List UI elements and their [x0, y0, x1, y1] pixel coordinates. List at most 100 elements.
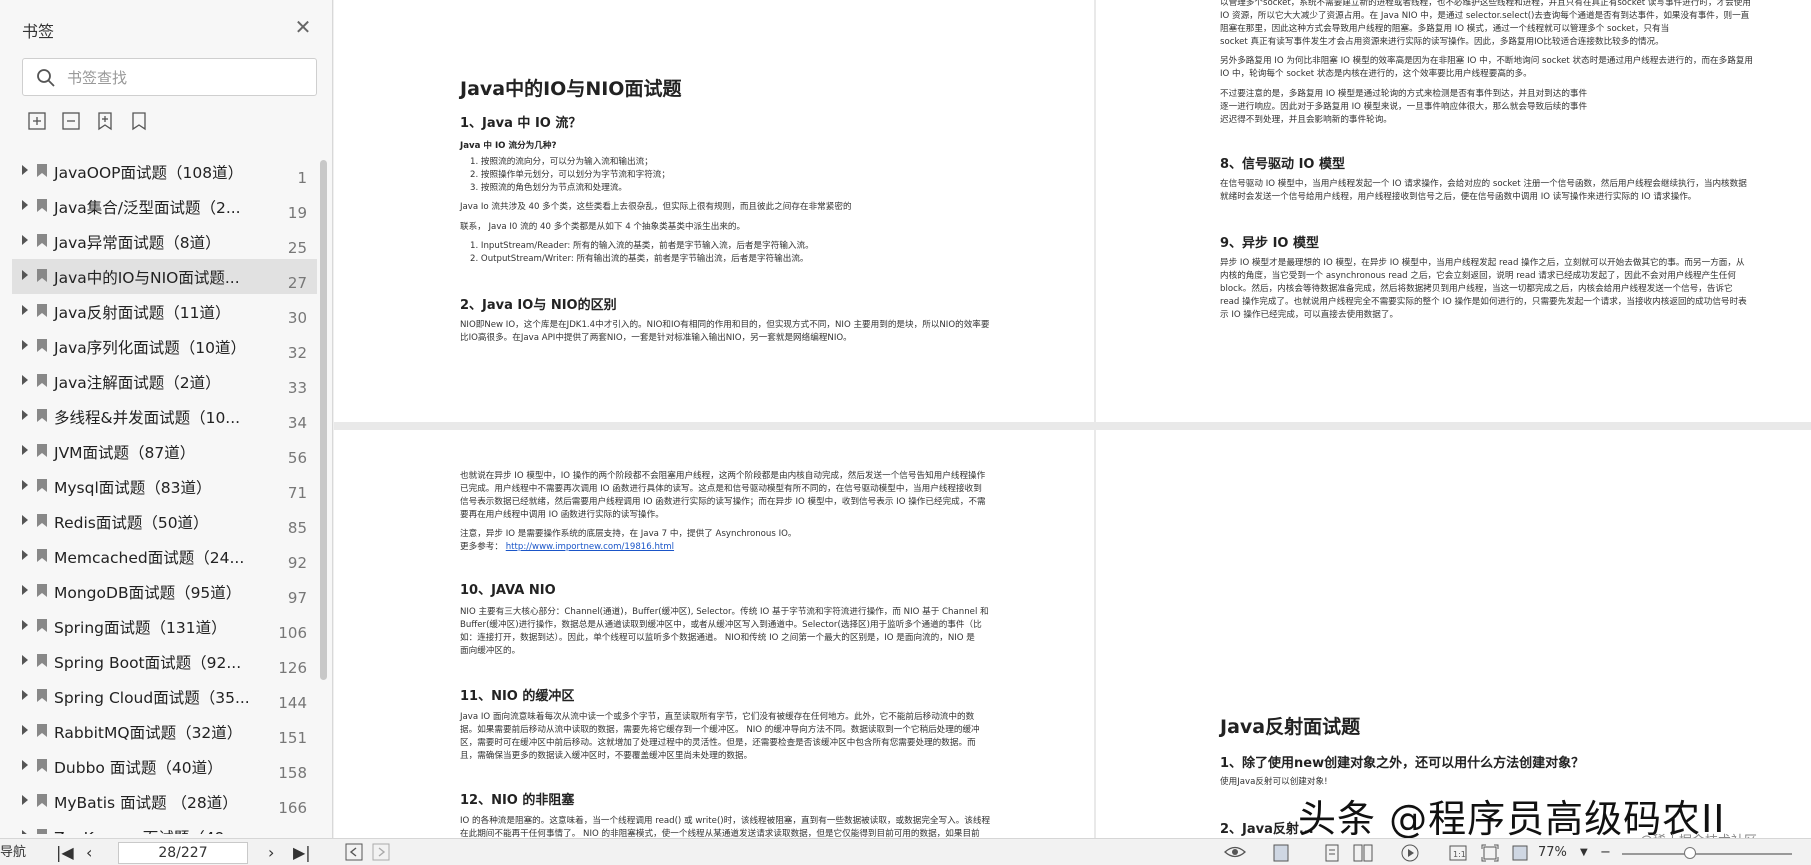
expand-caret-icon[interactable] [22, 690, 28, 700]
paragraph: 另外多路复用 IO 为何比非阻塞 IO 模型的效率高是因为在非阻塞 IO 中，不… [1220, 56, 1754, 66]
bookmark-icon [37, 829, 47, 834]
bookmark-item-active[interactable]: Java中的IO与NIO面试题... 27 [12, 259, 317, 294]
expand-caret-icon[interactable] [22, 760, 28, 770]
prev-page-icon[interactable]: ‹ [86, 843, 92, 863]
bookmark-icon[interactable] [128, 110, 152, 134]
single-page-icon[interactable] [1270, 843, 1292, 863]
expand-caret-icon[interactable] [22, 445, 28, 455]
bookmark-item[interactable]: Mysql面试题（83道） 71 [12, 469, 317, 504]
paragraph: 联系， Java I0 流的 40 多个类都是从如下 4 个抽象类基类中派生出来… [460, 222, 746, 232]
section-heading: 12、NIO 的非阻塞 [460, 793, 575, 808]
page-top-left: Java中的IO与NIO面试题 1、Java 中 IO 流？ Java 中 IO… [334, 0, 1094, 422]
paragraph: 注意，异步 IO 是需要操作系统的底层支持，在 Java 7 中，提供了 Asy… [460, 529, 797, 539]
zoom-dropdown-icon[interactable]: ▼ [1580, 843, 1588, 863]
paragraph: 异步 IO 模型才是最理想的 IO 模型，在异步 IO 模型中，当用户线程发起 … [1220, 258, 1745, 268]
bookmark-icon [37, 759, 47, 772]
section-heading: 8、信号驱动 IO 模型 [1220, 157, 1345, 172]
first-page-icon[interactable]: |◀ [56, 843, 74, 863]
fit-page-icon[interactable] [1480, 843, 1500, 863]
expand-caret-icon[interactable] [22, 480, 28, 490]
play-icon[interactable] [1400, 843, 1420, 863]
two-page-icon[interactable] [1352, 843, 1374, 863]
expand-caret-icon[interactable] [22, 165, 28, 175]
bookmark-item[interactable]: Java集合/泛型面试题（2... 19 [12, 189, 317, 224]
reference-link[interactable]: http://www.importnew.com/19816.html [506, 542, 674, 552]
bookmark-item[interactable]: Java异常面试题（8道） 25 [12, 224, 317, 259]
paragraph: 不过要注意的是，多路复用 IO 模型是通过轮询的方式来检测是否有事件到达，并且对… [1220, 89, 1588, 99]
document-viewer[interactable]: Java中的IO与NIO面试题 1、Java 中 IO 流？ Java 中 IO… [334, 0, 1811, 838]
list-item: 3. 按照流的角色划分为节点流和处理流。 [470, 183, 628, 193]
bookmark-item[interactable]: ZooKeeper 面试题（49... [12, 819, 317, 834]
bookmark-icon [37, 164, 47, 177]
next-page-icon[interactable]: › [268, 843, 274, 863]
bookmark-item[interactable]: Dubbo 面试题（40道） 158 [12, 749, 317, 784]
paragraph: 在此期间不能再干任何事情了。 NIO 的非阻塞模式，使一个线程从某通道发送请求读… [460, 829, 980, 838]
expand-caret-icon[interactable] [22, 270, 28, 280]
reference-label: 更多参考： [460, 542, 503, 552]
forward-icon[interactable] [372, 843, 390, 863]
bookmark-item[interactable]: Memcached面试题（24... 92 [12, 539, 317, 574]
paragraph: 据。如果需要前后移动从流中读取的数据，需要先将它缓存到一个缓冲区。 NIO 的缓… [460, 725, 980, 735]
paragraph: 逐一进行响应。因此对于多路复用 IO 模型来说，一旦事件响应体很大，那么就会导致… [1220, 102, 1588, 112]
bookmark-item[interactable]: Java注解面试题（2道） 33 [12, 364, 317, 399]
bookmark-search-input[interactable] [67, 67, 307, 89]
zoom-out-icon[interactable]: − [1600, 843, 1611, 863]
bookmark-item[interactable]: Redis面试题（50道） 85 [12, 504, 317, 539]
bookmark-icon [37, 514, 47, 527]
bookmark-icon [37, 444, 47, 457]
close-icon[interactable]: ✕ [292, 16, 314, 38]
expand-caret-icon[interactable] [22, 515, 28, 525]
paragraph: 就绪时会发送一个信号给用户线程，用户线程接收到信号之后，便在信号函数中调用 IO… [1220, 192, 1697, 202]
bookmark-item[interactable]: Java序列化面试题（10道） 32 [12, 329, 317, 364]
bookmark-icon [37, 794, 47, 807]
expand-caret-icon[interactable] [22, 795, 28, 805]
expand-caret-icon[interactable] [22, 200, 28, 210]
expand-caret-icon[interactable] [22, 655, 28, 665]
bookmark-item[interactable]: Java反射面试题（11道） 30 [12, 294, 317, 329]
add-bookmark-icon[interactable] [94, 110, 118, 134]
page-number-input[interactable]: 28/227 [118, 842, 248, 864]
paragraph: 比IO高很多。在Java API中提供了两套NIO，一套是针对标准输入输出NIO… [460, 333, 852, 343]
bookmark-item[interactable]: MyBatis 面试题 （28道） 166 [12, 784, 317, 819]
actual-size-icon[interactable]: 1:1 [1448, 843, 1468, 863]
bookmark-search[interactable] [22, 58, 317, 96]
zoom-slider[interactable] [1622, 843, 1792, 863]
collapse-all-icon[interactable] [60, 110, 84, 134]
zoom-value[interactable]: 77% [1538, 843, 1567, 863]
eye-icon[interactable] [1224, 843, 1246, 863]
list-item: 2. OutputStream/Writer: 所有输出流的基类，前者是字节输出… [470, 254, 809, 264]
bookmark-item[interactable]: RabbitMQ面试题（32道） 151 [12, 714, 317, 749]
expand-caret-icon[interactable] [22, 340, 28, 350]
nav-label[interactable]: 导航 [0, 843, 26, 863]
bookmark-item[interactable]: MongoDB面试题（95道） 97 [12, 574, 317, 609]
expand-caret-icon[interactable] [22, 235, 28, 245]
expand-caret-icon[interactable] [22, 550, 28, 560]
sidebar-title: 书签 [22, 22, 55, 41]
paragraph: 示 IO 操作已经完成，可以直接去使用数据了。 [1220, 310, 1399, 320]
expand-caret-icon[interactable] [22, 620, 28, 630]
back-icon[interactable] [345, 843, 363, 863]
paragraph: 也就说在异步 IO 模型中，IO 操作的两个阶段都不会阻塞用户线程，这两个阶段都… [460, 471, 986, 481]
bookmark-item[interactable]: JVM面试题（87道） 56 [12, 434, 317, 469]
expand-caret-icon[interactable] [22, 585, 28, 595]
paragraph: 面向缓冲区的。 [460, 646, 521, 656]
continuous-page-icon[interactable] [1322, 843, 1342, 863]
expand-caret-icon[interactable] [22, 410, 28, 420]
bookmark-icon [37, 724, 47, 737]
paragraph: 如：连接打开，数据到达）。因此，单个线程可以监听多个数据通道。 NIO和传统 I… [460, 633, 975, 643]
expand-caret-icon[interactable] [22, 305, 28, 315]
last-page-icon[interactable]: ▶| [293, 843, 311, 863]
expand-all-icon[interactable] [26, 110, 50, 134]
bookmark-item[interactable]: Spring Boot面试题（92... 126 [12, 644, 317, 679]
bookmark-item[interactable]: 多线程&并发面试题（10... 34 [12, 399, 317, 434]
bookmark-item[interactable]: Spring Cloud面试题（35... 144 [12, 679, 317, 714]
expand-caret-icon[interactable] [22, 375, 28, 385]
expand-caret-icon[interactable] [22, 830, 28, 834]
bookmark-item[interactable]: Spring面试题（131道） 106 [12, 609, 317, 644]
sidebar-scrollbar[interactable] [320, 160, 327, 680]
search-icon [37, 69, 55, 87]
expand-caret-icon[interactable] [22, 725, 28, 735]
bookmark-list: JavaOOP面试题（108道） 1 Java集合/泛型面试题（2... 19 Ja… [12, 154, 317, 834]
bookmark-item[interactable]: JavaOOP面试题（108道） 1 [12, 154, 317, 189]
fit-width-icon[interactable] [1510, 843, 1530, 863]
